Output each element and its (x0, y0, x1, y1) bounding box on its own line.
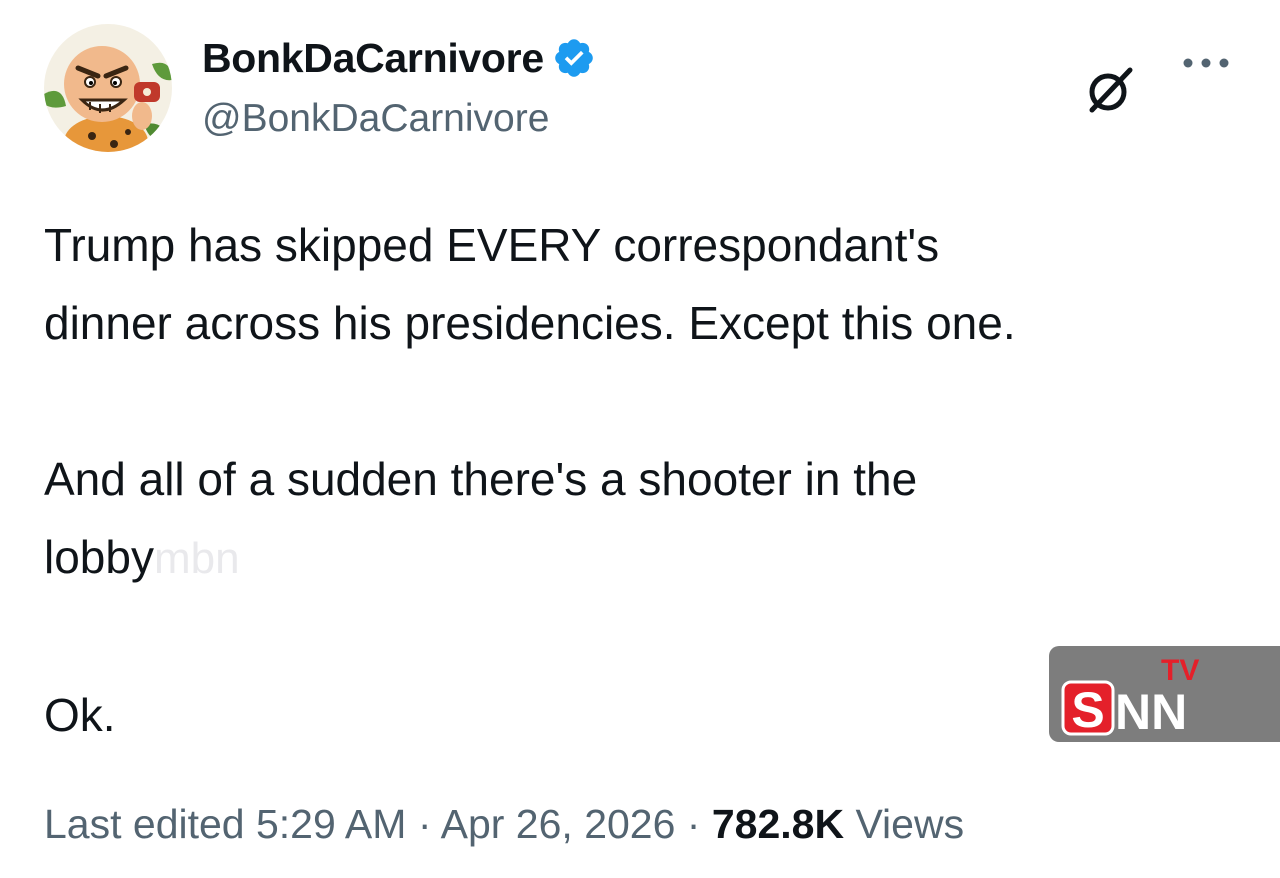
tweet-line: Ok. (44, 689, 116, 741)
more-icon[interactable] (1176, 48, 1236, 78)
tweet-line: lobby (44, 531, 154, 583)
tweet-line: dinner across his presidencies. Except t… (44, 297, 1016, 349)
post-date[interactable]: Apr 26, 2026 (441, 801, 676, 847)
display-name-row[interactable]: BonkDaCarnivore (202, 30, 596, 86)
mbn-watermark: mbn (153, 534, 240, 583)
snn-tv-watermark: S NN TV (1049, 646, 1280, 742)
grok-icon[interactable] (1084, 64, 1136, 116)
cartoon-caveman-avatar-icon (44, 24, 172, 152)
snn-tv-logo-icon: S NN TV (1061, 654, 1199, 736)
snn-tv-label: TV (1161, 654, 1199, 687)
handle[interactable]: @BonkDaCarnivore (202, 94, 549, 144)
views-label: Views (844, 801, 965, 847)
snn-nn-letters: NN (1115, 684, 1187, 736)
snn-s-letter: S (1071, 682, 1104, 736)
views-count[interactable]: 782.8K (712, 801, 844, 847)
avatar[interactable] (44, 24, 172, 152)
tweet-line: And all of a sudden there's a shooter in… (44, 453, 918, 505)
display-name[interactable]: BonkDaCarnivore (202, 30, 544, 86)
verified-badge-icon[interactable] (552, 36, 596, 80)
tweet-meta: Last edited 5:29 AM · Apr 26, 2026 · 782… (44, 797, 964, 851)
separator: · (406, 801, 441, 847)
tweet-line-with-watermark: lobbymbn (44, 518, 1224, 598)
tweet-text: Trump has skipped EVERY correspondant's … (44, 206, 1224, 754)
separator: · (675, 801, 712, 847)
tweet-line: Trump has skipped EVERY correspondant's (44, 219, 940, 271)
edited-timestamp[interactable]: Last edited 5:29 AM (44, 801, 406, 847)
